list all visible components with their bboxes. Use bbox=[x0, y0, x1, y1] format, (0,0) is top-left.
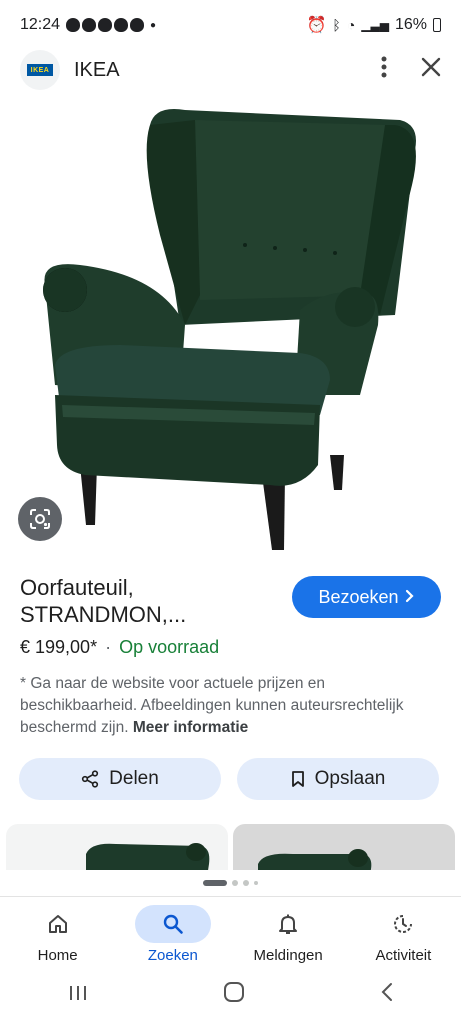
wifi-icon: ◔ bbox=[346, 17, 356, 33]
ikea-logo[interactable]: IKEA bbox=[20, 50, 60, 90]
ikea-logo-text: IKEA bbox=[27, 64, 53, 76]
status-bar: 12:24 ● ⏰ ᛒ ◔ ▁▃▅ 16% bbox=[0, 0, 461, 50]
lens-icon bbox=[30, 509, 50, 529]
visit-button[interactable]: Bezoeken bbox=[292, 576, 441, 618]
product-title-line2: STRANDMON,... bbox=[20, 602, 187, 627]
more-info-link[interactable]: Meer informatie bbox=[133, 719, 248, 736]
nav-search[interactable]: Zoeken bbox=[118, 898, 228, 973]
snapchat-icon bbox=[130, 18, 145, 32]
action-row: Delen Opslaan bbox=[19, 758, 439, 800]
nav-divider bbox=[0, 896, 461, 897]
related-chair-image bbox=[258, 849, 372, 870]
nav-notifications[interactable]: Meldingen bbox=[233, 898, 343, 973]
stock-status: Op voorraad bbox=[119, 637, 220, 657]
site-name[interactable]: IKEA bbox=[74, 59, 120, 82]
nav-home[interactable]: Home bbox=[3, 898, 113, 973]
visit-button-label: Bezoeken bbox=[318, 586, 399, 607]
page-indicator bbox=[254, 881, 258, 885]
nav-search-label: Zoeken bbox=[147, 947, 198, 964]
more-notifications-dot-icon: ● bbox=[150, 19, 157, 31]
signal-icon: ▁▃▅ bbox=[361, 18, 389, 32]
nav-home-label: Home bbox=[37, 947, 78, 964]
nav-activity-label: Activiteit bbox=[375, 947, 432, 964]
armchair-illustration bbox=[43, 109, 416, 550]
price: € 199,00* bbox=[20, 637, 98, 657]
back-icon[interactable] bbox=[380, 981, 394, 1009]
product-title: Oorfauteuil, STRANDMON,... bbox=[20, 574, 280, 628]
related-chair-image bbox=[86, 843, 210, 870]
page-indicator-active bbox=[203, 880, 227, 886]
home-button-icon[interactable] bbox=[223, 981, 245, 1010]
snapchat-icon bbox=[98, 18, 113, 32]
battery-text: 16% bbox=[394, 16, 427, 33]
bookmark-icon bbox=[291, 771, 304, 787]
header-actions bbox=[381, 56, 441, 84]
bell-icon bbox=[250, 905, 326, 943]
bluetooth-icon: ᛒ bbox=[332, 17, 341, 33]
nav-notifications-label: Meldingen bbox=[253, 947, 323, 964]
pagination-dots bbox=[0, 880, 461, 886]
recent-apps-icon[interactable] bbox=[68, 981, 88, 1009]
search-icon bbox=[134, 905, 211, 943]
related-image-card[interactable] bbox=[233, 824, 455, 870]
separator: · bbox=[105, 637, 112, 657]
system-navigation bbox=[0, 975, 461, 1015]
battery-icon bbox=[433, 18, 441, 32]
disclaimer: * Ga naar de website voor actuele prijze… bbox=[20, 673, 445, 739]
snapchat-icon bbox=[82, 18, 97, 32]
product-image[interactable] bbox=[0, 95, 461, 555]
share-icon bbox=[82, 770, 99, 788]
product-title-line1: Oorfauteuil, bbox=[20, 575, 134, 600]
nav-activity[interactable]: Activiteit bbox=[348, 898, 458, 973]
share-label: Delen bbox=[109, 768, 159, 789]
bottom-navigation: Home Zoeken Meldingen Activiteit bbox=[0, 898, 461, 973]
alarm-icon: ⏰ bbox=[306, 17, 327, 34]
activity-icon bbox=[365, 905, 441, 943]
snapchat-icon bbox=[66, 18, 81, 32]
page-indicator bbox=[243, 880, 249, 886]
price-row: € 199,00* · Op voorraad bbox=[20, 637, 219, 658]
save-button[interactable]: Opslaan bbox=[237, 758, 439, 800]
close-icon[interactable] bbox=[421, 57, 441, 83]
save-label: Opslaan bbox=[314, 768, 386, 789]
notification-icons bbox=[66, 18, 145, 32]
status-time: 12:24 bbox=[20, 16, 61, 33]
status-left: 12:24 ● bbox=[20, 16, 156, 34]
share-button[interactable]: Delen bbox=[19, 758, 221, 800]
lens-button[interactable] bbox=[18, 497, 62, 541]
related-image-card[interactable] bbox=[6, 824, 228, 870]
related-images bbox=[0, 824, 461, 870]
home-icon bbox=[20, 905, 96, 943]
status-right: ⏰ ᛒ ◔ ▁▃▅ 16% bbox=[306, 15, 441, 35]
snapchat-icon bbox=[114, 18, 129, 32]
more-vertical-icon[interactable] bbox=[381, 56, 387, 84]
source-header: IKEA IKEA bbox=[0, 48, 461, 92]
page-indicator bbox=[232, 880, 238, 886]
chevron-right-icon bbox=[405, 587, 415, 608]
